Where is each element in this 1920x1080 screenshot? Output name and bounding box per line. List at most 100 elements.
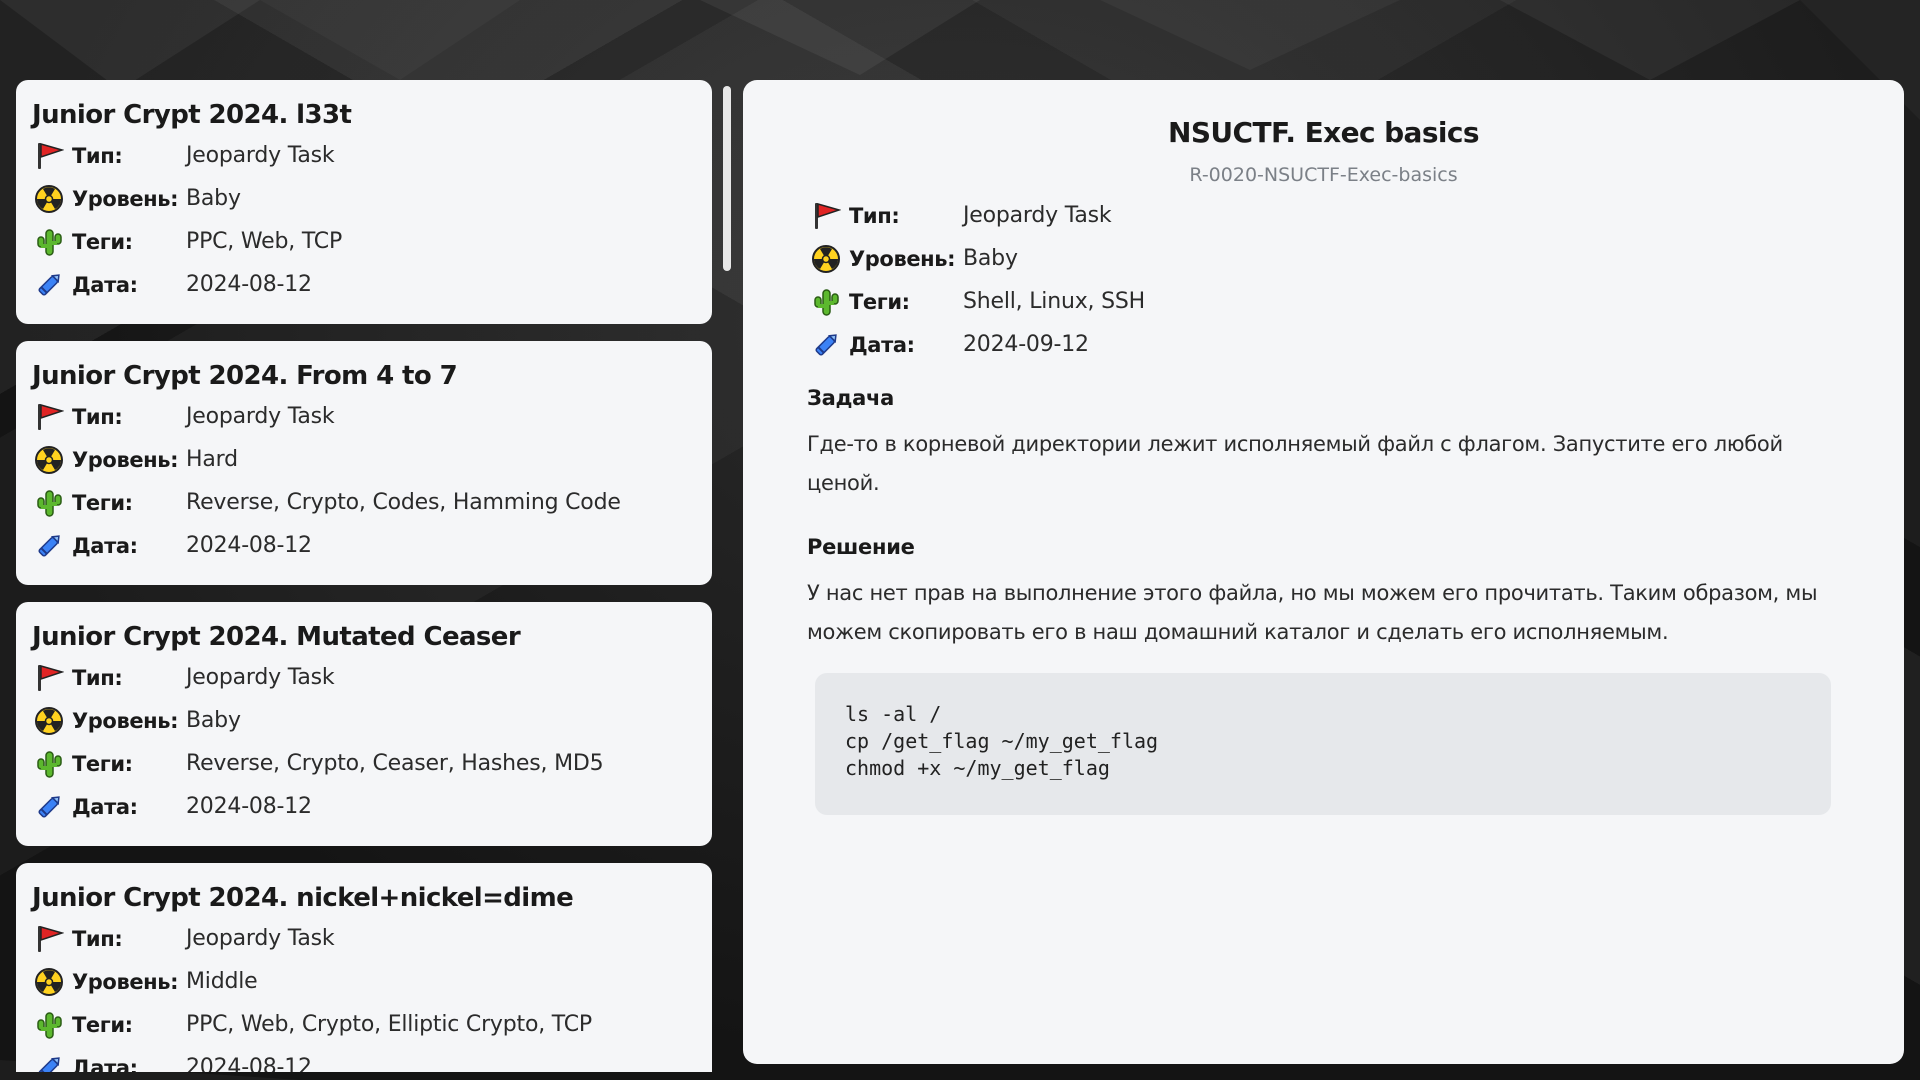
meta-value-date: 2024-08-12 <box>186 533 312 558</box>
meta-row-date: Дата: 2024-08-12 <box>32 524 696 567</box>
code-block[interactable]: ls -al / cp /get_flag ~/my_get_flag chmo… <box>815 673 1831 815</box>
detail-meta: Тип: Jeopardy Task Уровень: Baby Теги: S… <box>809 194 1145 366</box>
radioactive-icon <box>809 242 843 276</box>
task-text: Где-то в корневой директории лежит испол… <box>807 432 1783 495</box>
crayon-icon <box>32 790 66 824</box>
meta-value-level: Baby <box>963 246 1018 271</box>
red-flag-icon <box>32 922 66 956</box>
meta-value-type: Jeopardy Task <box>963 203 1112 228</box>
meta-row-type: Тип: Jeopardy Task <box>809 194 1145 237</box>
task-card[interactable]: Junior Crypt 2024. From 4 to 7 Тип: Jeop… <box>16 341 712 585</box>
meta-value-tags: PPC, Web, Crypto, Elliptic Crypto, TCP <box>186 1012 592 1037</box>
solution-heading: Решение <box>807 535 915 559</box>
meta-row-level: Уровень: Hard <box>32 438 696 481</box>
cactus-icon <box>32 1008 66 1042</box>
task-card[interactable]: Junior Crypt 2024. nickel+nickel=dime Ти… <box>16 863 712 1072</box>
task-list: Junior Crypt 2024. l33t Тип: Jeopardy Ta… <box>16 80 712 1072</box>
meta-label-level: Уровень: <box>72 708 179 733</box>
meta-value-tags: PPC, Web, TCP <box>186 229 343 254</box>
radioactive-icon <box>32 965 66 999</box>
meta-row-level: Уровень: Baby <box>809 237 1145 280</box>
solution-text: У нас нет прав на выполнение этого файла… <box>807 581 1818 644</box>
meta-label-date: Дата: <box>72 794 138 819</box>
task-card-title[interactable]: Junior Crypt 2024. l33t <box>32 100 696 130</box>
meta-row-date: Дата: 2024-08-12 <box>32 1046 696 1072</box>
meta-value-tags: Shell, Linux, SSH <box>963 289 1145 314</box>
meta-label-tags: Теги: <box>849 289 910 314</box>
meta-value-level: Baby <box>186 708 241 733</box>
detail-code: R-0020-NSUCTF-Exec-basics <box>1189 164 1458 186</box>
task-heading: Задача <box>807 386 895 410</box>
meta-label-type: Тип: <box>72 926 123 951</box>
meta-label-type: Тип: <box>72 143 123 168</box>
meta-label-tags: Теги: <box>72 229 133 254</box>
meta-label-type: Тип: <box>849 203 900 228</box>
red-flag-icon <box>809 199 843 233</box>
meta-label-level: Уровень: <box>72 969 179 994</box>
meta-value-tags: Reverse, Crypto, Codes, Hamming Code <box>186 490 621 515</box>
crayon-icon <box>32 529 66 563</box>
meta-row-tags: Теги: Reverse, Crypto, Ceaser, Hashes, M… <box>32 742 696 785</box>
meta-value-date: 2024-08-12 <box>186 794 312 819</box>
meta-label-tags: Теги: <box>72 1012 133 1037</box>
cactus-icon <box>809 285 843 319</box>
detail-title: NSUCTF. Exec basics <box>1168 116 1480 149</box>
meta-label-date: Дата: <box>849 332 915 357</box>
task-card-title[interactable]: Junior Crypt 2024. From 4 to 7 <box>32 361 696 391</box>
crayon-icon <box>32 268 66 302</box>
crayon-icon <box>809 328 843 362</box>
meta-label-tags: Теги: <box>72 751 133 776</box>
meta-row-level: Уровень: Baby <box>32 177 696 220</box>
crayon-icon <box>32 1051 66 1072</box>
meta-label-level: Уровень: <box>72 186 179 211</box>
radioactive-icon <box>32 704 66 738</box>
meta-value-type: Jeopardy Task <box>186 143 335 168</box>
meta-label-date: Дата: <box>72 533 138 558</box>
meta-value-date: 2024-09-12 <box>963 332 1089 357</box>
code-line: cp /get_flag ~/my_get_flag <box>845 729 1159 753</box>
cactus-icon <box>32 486 66 520</box>
code-line: chmod +x ~/my_get_flag <box>845 756 1110 780</box>
task-card[interactable]: Junior Crypt 2024. l33t Тип: Jeopardy Ta… <box>16 80 712 324</box>
task-card[interactable]: Junior Crypt 2024. Mutated Ceaser Тип: J… <box>16 602 712 846</box>
radioactive-icon <box>32 443 66 477</box>
meta-value-level: Hard <box>186 447 238 472</box>
meta-label-level: Уровень: <box>849 246 956 271</box>
meta-row-tags: Теги: PPC, Web, TCP <box>32 220 696 263</box>
meta-row-date: Дата: 2024-08-12 <box>32 263 696 306</box>
meta-row-type: Тип: Jeopardy Task <box>32 917 696 960</box>
task-card-title[interactable]: Junior Crypt 2024. Mutated Ceaser <box>32 622 696 652</box>
meta-row-tags: Теги: PPC, Web, Crypto, Elliptic Crypto,… <box>32 1003 696 1046</box>
meta-row-level: Уровень: Baby <box>32 699 696 742</box>
cactus-icon <box>32 747 66 781</box>
task-card-title[interactable]: Junior Crypt 2024. nickel+nickel=dime <box>32 883 696 913</box>
meta-label-type: Тип: <box>72 404 123 429</box>
red-flag-icon <box>32 139 66 173</box>
meta-row-date: Дата: 2024-09-12 <box>809 323 1145 366</box>
code-line: ls -al / <box>845 702 942 726</box>
meta-row-type: Тип: Jeopardy Task <box>32 134 696 177</box>
red-flag-icon <box>32 661 66 695</box>
meta-label-date: Дата: <box>72 1055 138 1073</box>
meta-value-tags: Reverse, Crypto, Ceaser, Hashes, MD5 <box>186 751 604 776</box>
meta-value-date: 2024-08-12 <box>186 272 312 297</box>
meta-row-tags: Теги: Reverse, Crypto, Codes, Hamming Co… <box>32 481 696 524</box>
meta-row-level: Уровень: Middle <box>32 960 696 1003</box>
meta-value-level: Middle <box>186 969 258 994</box>
meta-value-type: Jeopardy Task <box>186 926 335 951</box>
meta-row-tags: Теги: Shell, Linux, SSH <box>809 280 1145 323</box>
list-scrollbar-thumb[interactable] <box>723 86 731 271</box>
meta-value-date: 2024-08-12 <box>186 1055 312 1072</box>
meta-value-type: Jeopardy Task <box>186 404 335 429</box>
cactus-icon <box>32 225 66 259</box>
task-detail-panel: NSUCTF. Exec basics R-0020-NSUCTF-Exec-b… <box>743 80 1904 1064</box>
meta-label-tags: Теги: <box>72 490 133 515</box>
meta-value-level: Baby <box>186 186 241 211</box>
meta-value-type: Jeopardy Task <box>186 665 335 690</box>
meta-label-type: Тип: <box>72 665 123 690</box>
meta-row-date: Дата: 2024-08-12 <box>32 785 696 828</box>
meta-label-date: Дата: <box>72 272 138 297</box>
meta-row-type: Тип: Jeopardy Task <box>32 656 696 699</box>
red-flag-icon <box>32 400 66 434</box>
meta-label-level: Уровень: <box>72 447 179 472</box>
